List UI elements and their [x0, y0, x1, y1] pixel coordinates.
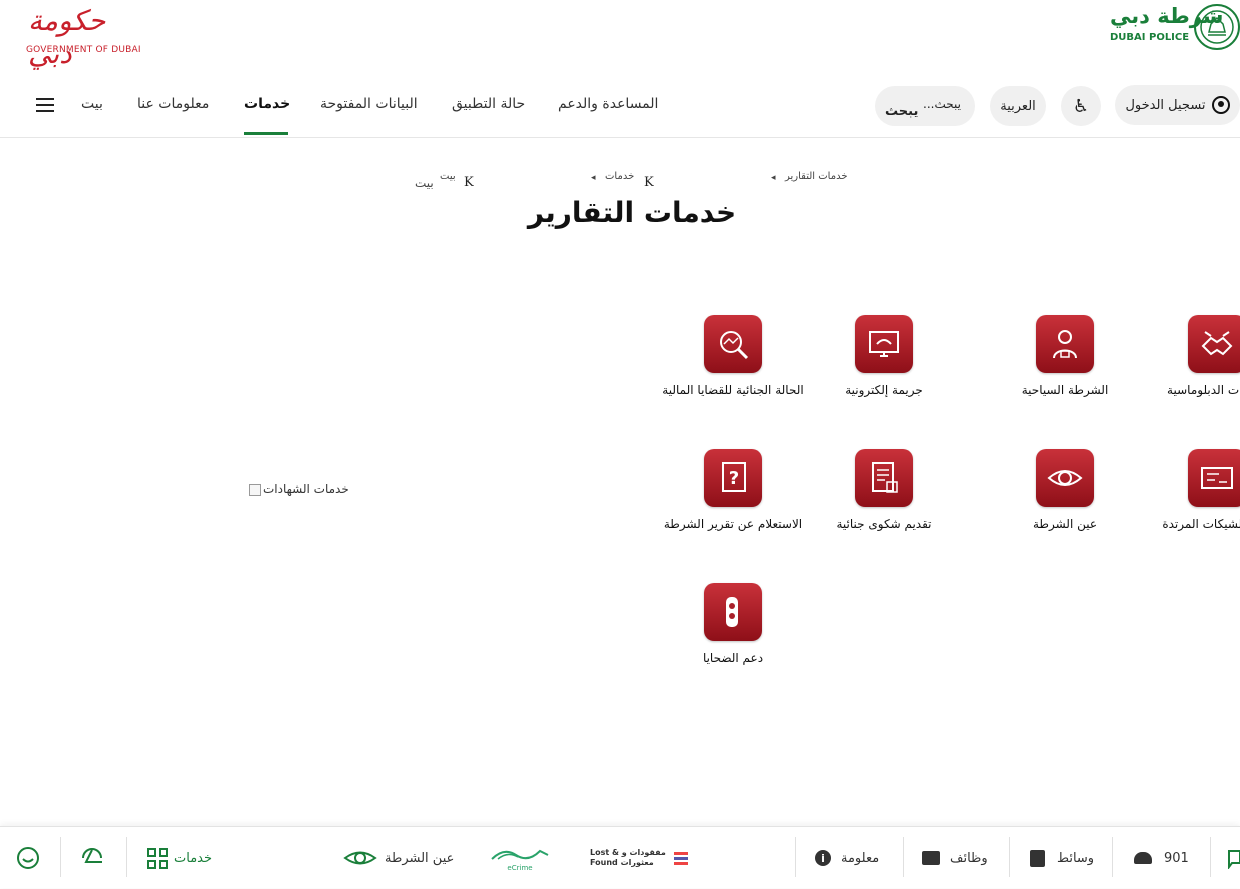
nav-open-data[interactable]: البيانات المفتوحة	[320, 96, 418, 112]
tourist-police-icon	[1036, 315, 1094, 373]
site-header: حكومة دبي GOVERNMENT OF DUBAI شرطة دبي D…	[0, 0, 1240, 138]
lost-found-en: Lost &	[590, 848, 619, 857]
eye-icon	[343, 851, 377, 865]
search-typed-text: يبحث	[885, 104, 919, 119]
service-label: دعم الضحايا	[702, 651, 764, 665]
lost-found-button[interactable]: Lost & مفقودات و Found معثورات	[590, 827, 688, 889]
complaint-doc-icon	[855, 449, 913, 507]
service-label: عين الشرطة	[1032, 517, 1098, 531]
document-icon	[1030, 849, 1045, 867]
cyber-crime-icon	[855, 315, 913, 373]
breadcrumb-arrow-icon: ◂	[771, 173, 776, 183]
search-placeholder: ...يبحث	[923, 97, 961, 111]
login-label: تسجيل الدخول	[1125, 97, 1206, 113]
language-toggle[interactable]: العربية	[990, 86, 1046, 126]
lost-found-en-2: Found	[590, 858, 618, 867]
gov-logo-arabic: حكومة دبي	[28, 4, 106, 70]
nav-about[interactable]: معلومات عنا	[137, 96, 209, 112]
ecrime-wave-icon	[491, 849, 549, 860]
nav-home[interactable]: بيت	[81, 96, 103, 112]
lost-found-ar-2: معثورات	[620, 858, 654, 867]
svg-text:?: ?	[729, 468, 739, 489]
police-logo-english: DUBAI POLICE	[1110, 32, 1190, 43]
breadcrumb-services[interactable]: خدمات	[605, 171, 634, 182]
service-label: تقديم شكوى جنائية	[836, 517, 932, 531]
info-icon: i	[815, 850, 831, 866]
dubai-police-app-icon[interactable]	[80, 827, 106, 889]
certificates-services-image[interactable]: خدمات الشهادات	[249, 482, 349, 496]
service-label: جريمة إلكترونية	[845, 383, 923, 397]
nav-services[interactable]: خدمات	[244, 96, 290, 112]
breadcrumb-separator-glyph: K	[464, 175, 474, 190]
search-input[interactable]: ...يبحث يبحث	[875, 86, 975, 126]
lost-found-icon	[673, 850, 688, 867]
eye-icon	[1036, 449, 1094, 507]
victim-support-icon	[704, 583, 762, 641]
bottom-media-button[interactable]: وسائط	[1030, 827, 1094, 889]
bottom-services-button[interactable]: خدمات	[147, 827, 212, 889]
bottom-media-label: وسائط	[1057, 850, 1095, 866]
bottom-toolbar: خدمات عين الشرطة eCrime Lost & مفقودات و…	[0, 826, 1240, 888]
service-label: قرير الشيكات المرتدة	[1162, 517, 1240, 531]
ecrime-label: eCrime	[507, 863, 533, 872]
breadcrumb-arrow-icon: ◂	[591, 173, 596, 183]
question-doc-icon: ?	[704, 449, 762, 507]
service-label: لخدمات الدبلوماسية	[1167, 383, 1240, 397]
breadcrumb-report-services[interactable]: خدمات التقارير	[785, 171, 848, 182]
service-label: الاستعلام عن تقرير الشرطة	[663, 517, 803, 531]
service-label: الشرطة السياحية	[1021, 383, 1109, 397]
lost-found-ar: مفقودات و	[621, 848, 666, 857]
hotline-number: 901	[1164, 850, 1189, 866]
ecrime-button[interactable]: eCrime	[490, 827, 550, 889]
nav-active-indicator	[244, 132, 288, 135]
bottom-info-label: معلومة	[841, 850, 880, 866]
nav-help-support[interactable]: المساعدة والدعم	[558, 96, 658, 112]
bottom-info-button[interactable]: i معلومة	[815, 827, 879, 889]
financial-search-icon	[704, 315, 762, 373]
page-title: خدمات التقارير	[527, 196, 737, 229]
certificates-image-alt: خدمات الشهادات	[263, 482, 349, 496]
breadcrumb-home-image-alt: بيت	[415, 176, 434, 190]
dubai-police-logo[interactable]: شرطة دبي DUBAI POLICE	[1108, 2, 1240, 52]
bottom-police-eye-button[interactable]: عين الشرطة	[343, 827, 454, 889]
broken-image-icon	[249, 483, 261, 496]
service-label: الحالة الجنائية للقضايا المالية	[662, 383, 804, 397]
briefcase-icon	[922, 851, 940, 865]
bottom-jobs-label: وظائف	[950, 850, 988, 866]
login-button[interactable]: تسجيل الدخول	[1115, 85, 1240, 125]
gov-logo-english: GOVERNMENT OF DUBAI	[26, 45, 141, 55]
police-cap-icon	[1134, 852, 1152, 864]
language-label: العربية	[1000, 98, 1036, 114]
handshake-icon	[1188, 315, 1240, 373]
police-emblem-icon	[1194, 4, 1240, 50]
breadcrumb-home[interactable]: بيت	[440, 171, 456, 182]
smiley-feedback-icon[interactable]	[16, 827, 40, 889]
user-circle-icon	[1211, 96, 1230, 114]
bottom-hotline-button[interactable]: 901	[1134, 827, 1189, 889]
bottom-jobs-button[interactable]: وظائف	[922, 827, 988, 889]
accessibility-button[interactable]: ♿	[1061, 86, 1101, 126]
grid-icon	[147, 847, 168, 869]
cheque-icon	[1188, 449, 1240, 507]
chat-icon[interactable]	[1226, 827, 1240, 889]
bottom-services-label: خدمات	[174, 850, 213, 866]
nav-application-status[interactable]: حالة التطبيق	[452, 96, 525, 112]
main-navigation: بيت معلومات عنا خدمات البيانات المفتوحة …	[0, 84, 680, 136]
hamburger-menu-icon[interactable]	[36, 98, 54, 112]
government-of-dubai-logo[interactable]: حكومة دبي GOVERNMENT OF DUBAI	[24, 4, 154, 70]
bottom-police-eye-label: عين الشرطة	[385, 850, 455, 866]
wheelchair-icon: ♿	[1072, 95, 1090, 117]
breadcrumb-separator-glyph: K	[644, 175, 654, 190]
